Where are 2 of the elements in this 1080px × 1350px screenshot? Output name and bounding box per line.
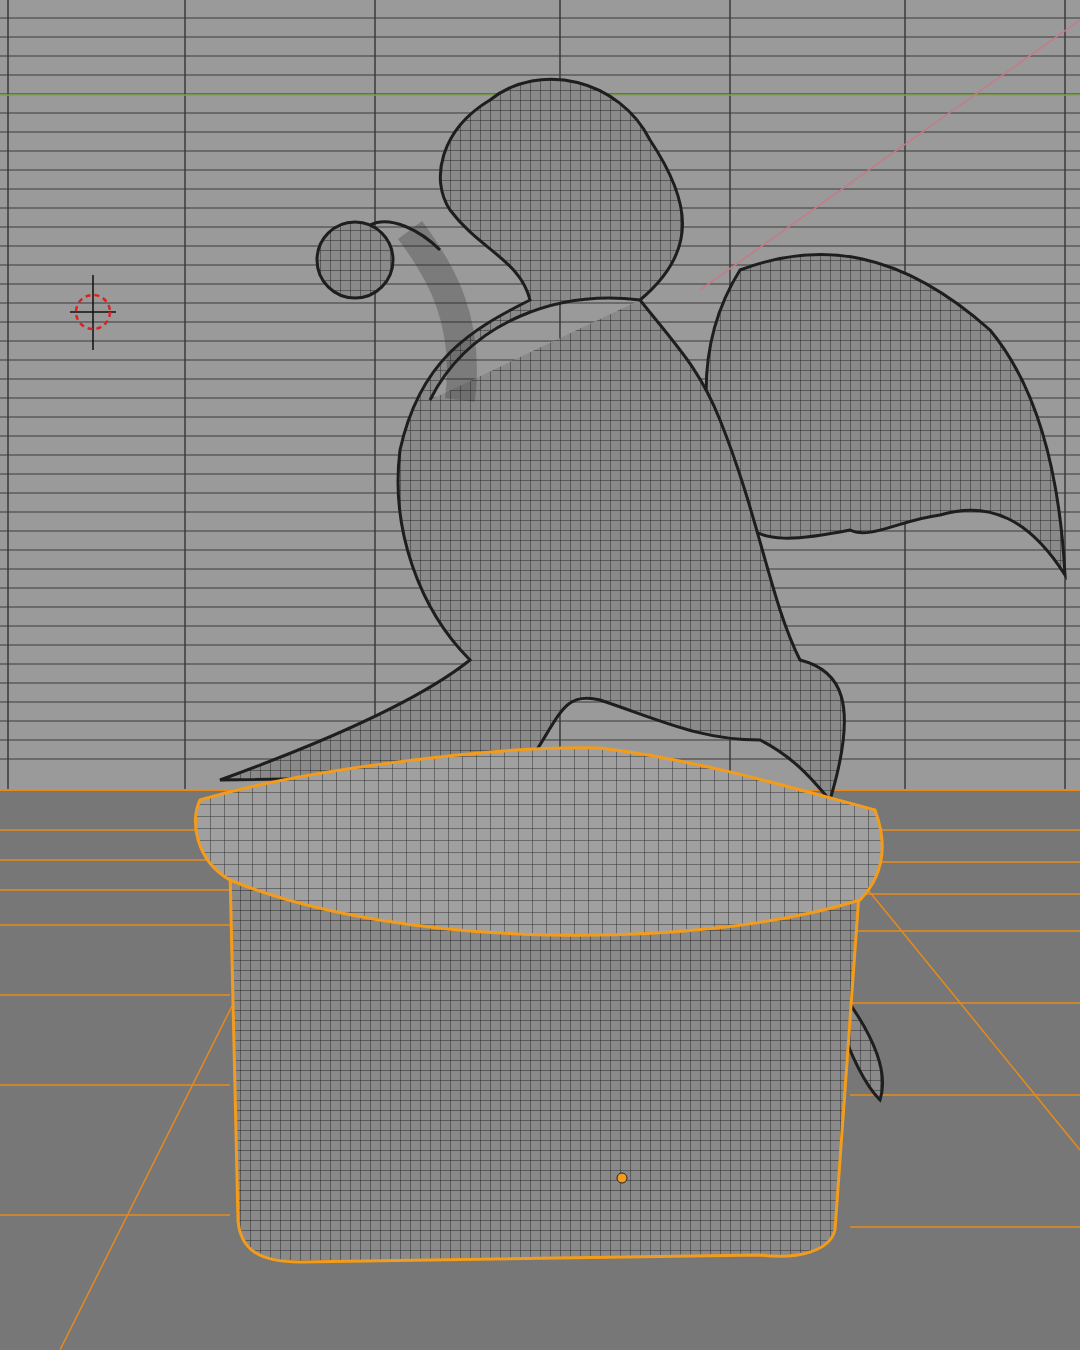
3d-viewport-drawing[interactable] <box>0 0 1080 1350</box>
3d-cursor-icon <box>69 274 117 351</box>
